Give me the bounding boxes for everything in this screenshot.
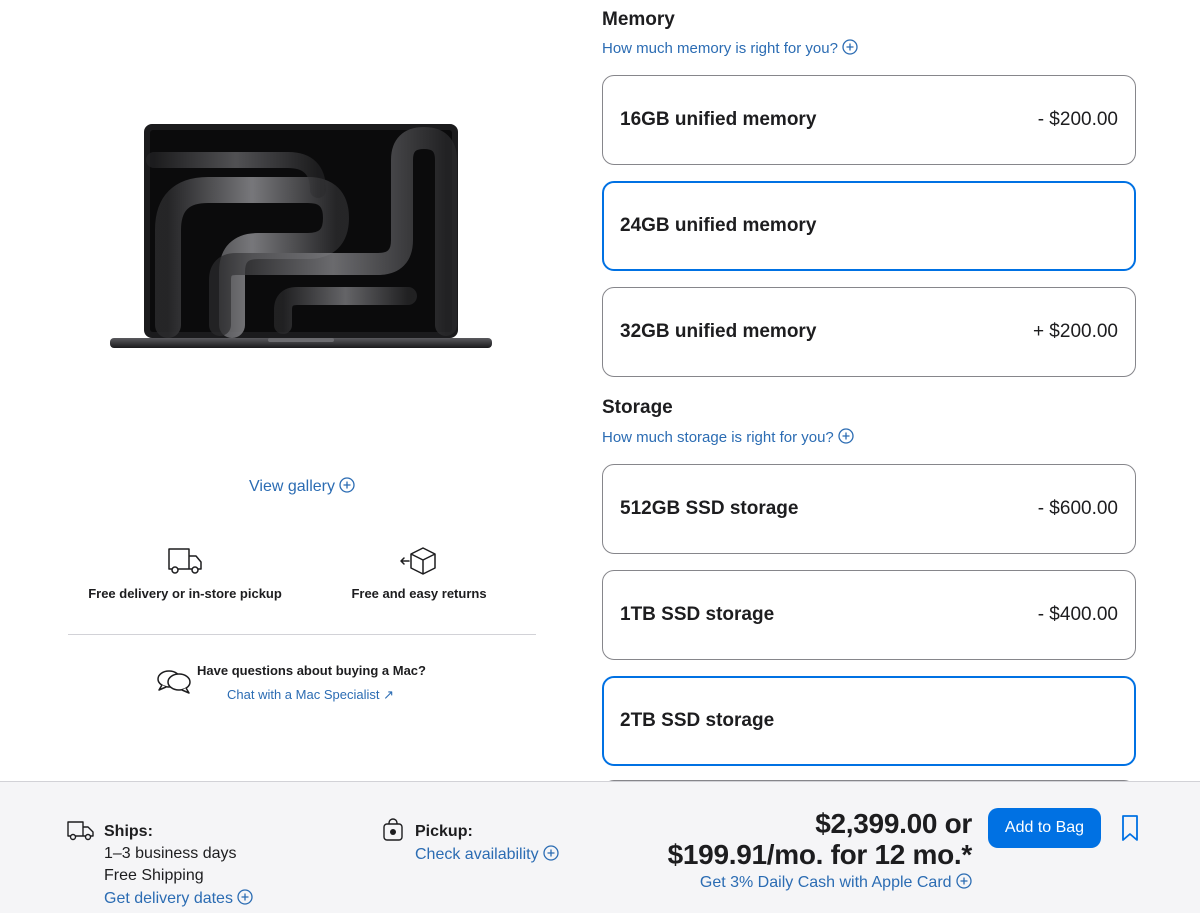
option-price: + $200.00 [1032,321,1118,342]
storage-option-1tb[interactable]: 1TB SSD storage - $400.00 [602,570,1136,660]
memory-title: Memory [602,9,675,30]
delivery-dates-link[interactable]: Get delivery dates [104,889,254,908]
daily-cash-label: Get 3% Daily Cash with Apple Card [699,874,952,891]
memory-help-link[interactable]: How much memory is right for you? [602,39,858,57]
daily-cash-link[interactable]: Get 3% Daily Cash with Apple Card [668,873,972,892]
option-label: 2TB SSD storage [620,710,775,731]
plus-circle-icon [237,889,254,905]
price-summary: $2,399.00 or $199.91/mo. for 12 mo.* Get… [667,808,973,892]
plus-circle-icon [842,39,858,55]
ships-method: Free Shipping [104,867,204,884]
option-price: - $400.00 [1037,604,1118,625]
check-availability-label: Check availability [415,846,539,863]
memory-help-label: How much memory is right for you? [602,40,838,57]
free-delivery-label: Free delivery or in-store pickup [88,586,282,601]
bookmark-icon[interactable] [1120,814,1140,842]
memory-option-24gb[interactable]: 24GB unified memory [602,181,1136,271]
option-price: - $600.00 [1037,498,1118,519]
total-price: $2,399.00 or [815,808,972,839]
storage-option-512gb[interactable]: 512GB SSD storage - $600.00 [602,464,1136,554]
storage-help-link[interactable]: How much storage is right for you? [602,428,854,446]
ships-title: Ships: [104,823,153,840]
plus-circle-icon [838,428,854,444]
section-divider [68,634,536,635]
chat-specialist-link[interactable]: Chat with a Mac Specialist ↗ [227,687,394,703]
plus-circle-icon [339,477,356,493]
truck-icon [168,548,202,574]
delivery-dates-label: Get delivery dates [104,890,233,907]
storage-title: Storage [602,397,673,418]
option-label: 512GB SSD storage [620,498,799,519]
view-gallery-label: View gallery [249,478,335,495]
storage-help-label: How much storage is right for you? [602,429,834,446]
monthly-price: $199.91/mo. for 12 mo.* [667,839,973,870]
plus-circle-icon [956,873,972,889]
memory-option-16gb[interactable]: 16GB unified memory - $200.00 [602,75,1136,165]
memory-option-32gb[interactable]: 32GB unified memory + $200.00 [602,287,1136,377]
option-price: - $200.00 [1037,109,1118,130]
box-return-icon [400,547,436,575]
option-label: 16GB unified memory [620,109,817,130]
free-returns-label: Free and easy returns [351,586,487,601]
truck-icon [67,821,94,841]
bag-icon [383,818,403,841]
plus-circle-icon [543,845,559,861]
free-returns-perk: Free and easy returns [320,546,518,601]
help-question: Have questions about buying a Mac? [197,663,426,678]
option-label: 24GB unified memory [620,215,817,236]
view-gallery-link[interactable]: View gallery [249,477,356,496]
option-label: 1TB SSD storage [620,604,775,625]
storage-option-2tb[interactable]: 2TB SSD storage [602,676,1136,766]
free-delivery-perk: Free delivery or in-store pickup [70,546,300,601]
chat-bubbles-icon [157,670,191,694]
pickup-title: Pickup: [415,823,473,840]
option-label: 32GB unified memory [620,321,817,342]
check-availability-link[interactable]: Check availability [415,845,559,864]
ships-time: 1–3 business days [104,845,237,862]
add-to-bag-button[interactable]: Add to Bag [988,808,1101,848]
macbook-pro-image [110,124,492,348]
